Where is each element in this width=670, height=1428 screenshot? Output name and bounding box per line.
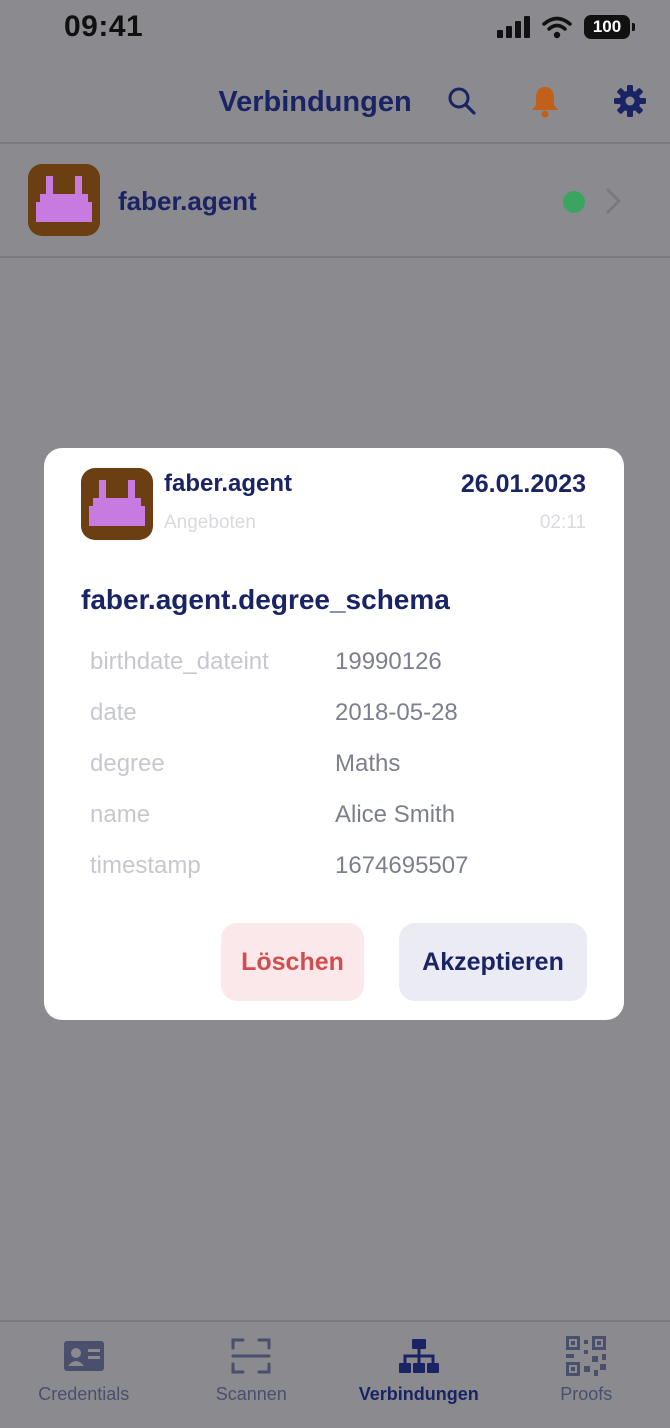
qr-code-icon bbox=[566, 1336, 607, 1376]
attribute-value: 2018-05-28 bbox=[335, 698, 458, 726]
page-title: Verbindungen bbox=[0, 86, 670, 119]
schema-title: faber.agent.degree_schema bbox=[81, 584, 450, 615]
signal-icon bbox=[497, 16, 530, 38]
bell-icon[interactable] bbox=[528, 84, 562, 118]
attribute-name: birthdate_dateint bbox=[90, 647, 269, 675]
tab-credentials[interactable]: Credentials bbox=[0, 1322, 168, 1428]
credential-offer-modal: faber.agent Angeboten 26.01.2023 02:11 f… bbox=[44, 448, 624, 1020]
tab-label: Proofs bbox=[560, 1384, 613, 1404]
attribute-row: degree Maths bbox=[90, 738, 590, 789]
accept-button-label: Akzeptieren bbox=[422, 947, 564, 976]
delete-button-label: Löschen bbox=[241, 947, 344, 976]
tab-label: Credentials bbox=[38, 1384, 130, 1404]
id-card-icon bbox=[63, 1341, 104, 1371]
tab-scannen[interactable]: Scannen bbox=[168, 1322, 336, 1428]
attribute-name: timestamp bbox=[90, 851, 201, 879]
search-icon[interactable] bbox=[445, 84, 479, 118]
connection-status-dot bbox=[563, 191, 585, 213]
attribute-row: name Alice Smith bbox=[90, 789, 590, 840]
wifi-icon bbox=[542, 16, 572, 39]
attribute-name: name bbox=[90, 800, 151, 828]
issuer-avatar bbox=[81, 468, 153, 540]
attribute-name: date bbox=[90, 698, 137, 726]
page-title-text: Verbindungen bbox=[218, 86, 412, 118]
issuer-name: faber.agent bbox=[164, 470, 293, 497]
gear-icon[interactable] bbox=[613, 84, 647, 118]
attribute-row: timestamp 1674695507 bbox=[90, 840, 590, 891]
scan-icon bbox=[231, 1338, 271, 1374]
battery-level: 100 bbox=[592, 17, 622, 36]
attribute-list: birthdate_dateint 19990126 date 2018-05-… bbox=[90, 636, 590, 891]
battery-icon: 100 bbox=[584, 15, 635, 39]
attribute-row: birthdate_dateint 19990126 bbox=[90, 636, 590, 687]
attribute-row: date 2018-05-28 bbox=[90, 687, 590, 738]
connection-name: faber.agent bbox=[118, 186, 257, 216]
attribute-value: Maths bbox=[335, 749, 401, 777]
app-header: Verbindungen bbox=[0, 56, 670, 144]
tab-bar: Credentials Scannen Verbindungen Proofs bbox=[0, 1320, 670, 1428]
attribute-value: 1674695507 bbox=[335, 851, 469, 879]
tab-proofs[interactable]: Proofs bbox=[503, 1322, 670, 1428]
delete-button[interactable]: Löschen bbox=[221, 923, 364, 1001]
pixel-logo-icon bbox=[36, 176, 92, 222]
attribute-value: 19990126 bbox=[335, 647, 442, 675]
attribute-name: degree bbox=[90, 749, 165, 777]
pixel-logo-icon bbox=[89, 480, 145, 526]
status-icons: 100 bbox=[497, 12, 635, 42]
tab-label: Scannen bbox=[215, 1384, 287, 1404]
tab-label: Verbindungen bbox=[358, 1384, 479, 1404]
network-icon bbox=[398, 1339, 439, 1373]
status-bar: 09:41 100 bbox=[0, 0, 670, 56]
offer-date: 26.01.2023 bbox=[460, 470, 586, 498]
status-time: 09:41 bbox=[64, 10, 144, 43]
attribute-value: Alice Smith bbox=[335, 800, 456, 828]
chevron-right-icon[interactable] bbox=[601, 186, 625, 216]
connection-avatar bbox=[28, 164, 100, 236]
offer-time: 02:11 bbox=[539, 512, 586, 533]
offer-status: Angeboten bbox=[164, 512, 256, 533]
tab-verbindungen[interactable]: Verbindungen bbox=[335, 1322, 503, 1428]
accept-button[interactable]: Akzeptieren bbox=[399, 923, 587, 1001]
